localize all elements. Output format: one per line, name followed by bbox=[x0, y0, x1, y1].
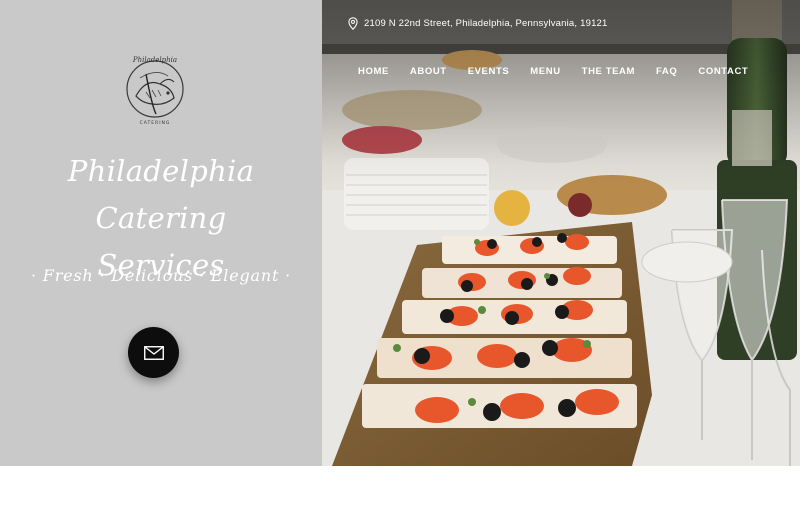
main-nav: HOME ABOUT EVENTS MENU THE TEAM FAQ CONT… bbox=[358, 66, 800, 77]
address-text: 2109 N 22nd Street, Philadelphia, Pennsy… bbox=[364, 17, 608, 29]
svg-text:Philadelphia: Philadelphia bbox=[132, 56, 177, 64]
brand-panel: Philadelphia CATERING Philadelphia Cater… bbox=[0, 0, 322, 466]
company-logo[interactable]: Philadelphia CATERING bbox=[116, 48, 194, 126]
nav-item-faq[interactable]: FAQ bbox=[656, 66, 677, 77]
logo-emblem: Philadelphia CATERING bbox=[126, 56, 184, 126]
svg-text:CATERING: CATERING bbox=[140, 120, 171, 126]
contact-mail-button[interactable] bbox=[128, 327, 179, 378]
mail-icon bbox=[143, 345, 164, 360]
nav-item-events[interactable]: EVENTS bbox=[468, 66, 510, 77]
nav-item-about[interactable]: ABOUT bbox=[410, 66, 447, 77]
address-bar[interactable]: 2109 N 22nd Street, Philadelphia, Pennsy… bbox=[348, 15, 608, 31]
tagline: · Fresh · Delicious · Elegant · bbox=[31, 266, 291, 285]
hero-image: 2109 N 22nd Street, Philadelphia, Pennsy… bbox=[322, 0, 800, 466]
nav-item-menu[interactable]: MENU bbox=[530, 66, 560, 77]
nav-item-home[interactable]: HOME bbox=[358, 66, 389, 77]
title-line-1: Philadelphia Catering bbox=[67, 154, 255, 235]
location-pin-icon bbox=[348, 16, 358, 30]
nav-item-the-team[interactable]: THE TEAM bbox=[582, 66, 635, 77]
nav-item-contact[interactable]: CONTACT bbox=[698, 66, 748, 77]
page-content-start bbox=[0, 466, 800, 518]
